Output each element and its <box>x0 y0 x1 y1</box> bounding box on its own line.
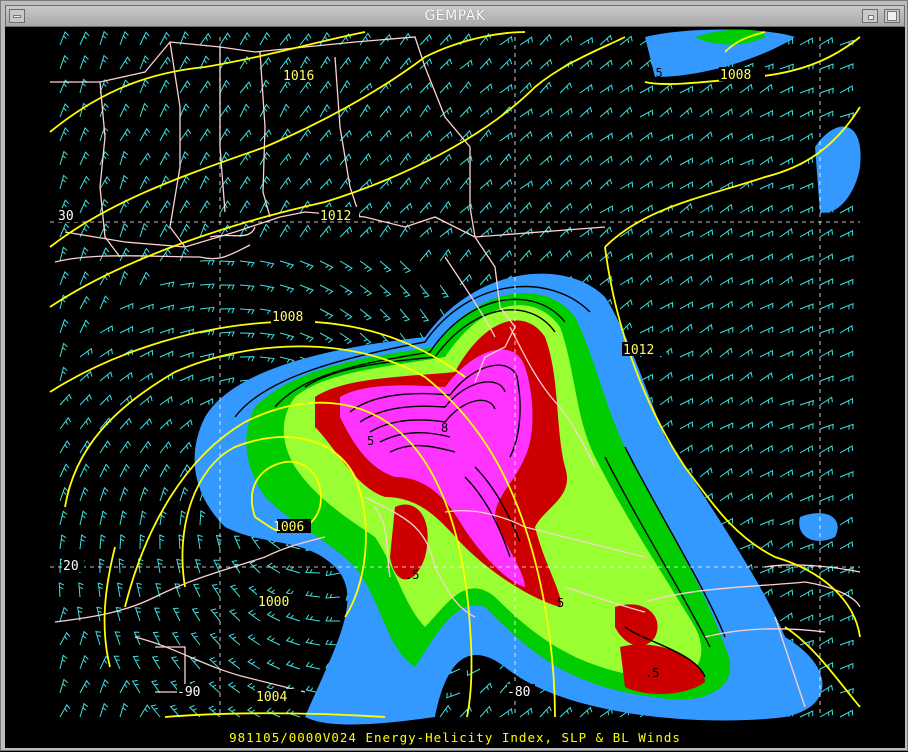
ehi-label: 8 <box>441 421 448 435</box>
lon-label: -80 <box>507 685 530 700</box>
isobar-label: 1004 <box>256 690 287 705</box>
isobar-label: 1000 <box>258 595 289 610</box>
ehi-label: .5 <box>405 568 419 582</box>
isobar-label: 1012 <box>623 343 654 358</box>
title-bar[interactable]: GEMPAK <box>5 5 905 27</box>
isobar-label: 1012 <box>320 209 351 224</box>
map-canvas[interactable]: 1016 1012 1008 1012 1008 1006 1000 1004 … <box>5 27 905 748</box>
ehi-label: 5 <box>557 596 564 610</box>
map-caption: 981105/0000V024 Energy-Helicity Index, S… <box>229 730 681 745</box>
isobar-label: 1008 <box>272 310 303 325</box>
window-title: GEMPAK <box>424 8 486 24</box>
ehi-label: 1.5 <box>641 66 663 80</box>
ehi-label: .5 <box>645 666 659 680</box>
isobar-label: 1006 <box>273 520 304 535</box>
maximize-icon[interactable] <box>884 9 900 23</box>
isobar-label: 1016 <box>283 69 314 84</box>
isobar-label: 1008 <box>720 68 751 83</box>
lat-label: 20 <box>63 559 79 574</box>
weather-map: 1016 1012 1008 1012 1008 1006 1000 1004 … <box>5 27 905 748</box>
minimize-icon[interactable] <box>862 9 878 23</box>
ehi-label: 5 <box>367 434 374 448</box>
lon-label: -90 <box>177 685 200 700</box>
gempak-window: GEMPAK 1016 1012 1008 1012 1008 1006 100… <box>0 0 908 751</box>
lat-label: 30 <box>58 209 74 224</box>
